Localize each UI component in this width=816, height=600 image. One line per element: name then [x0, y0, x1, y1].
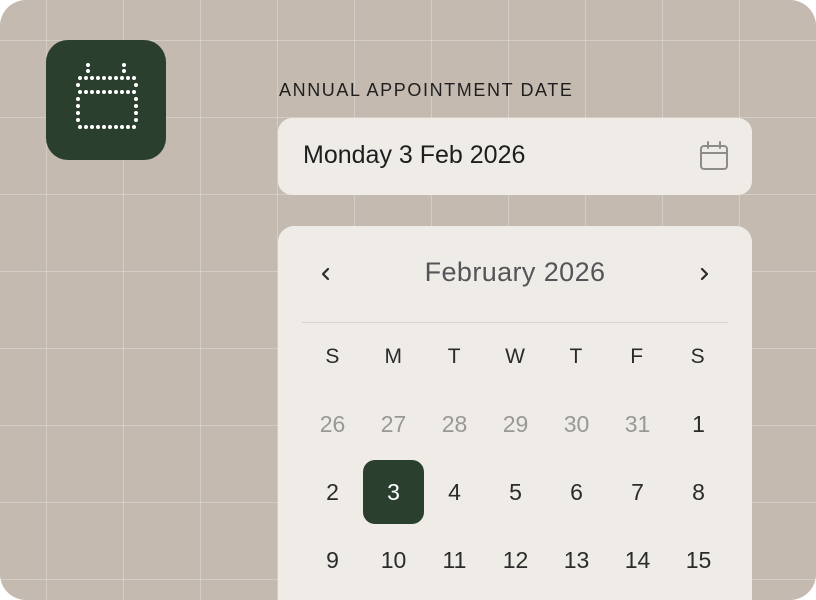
- field-label: Annual appointment date: [279, 80, 574, 100]
- calendar-day[interactable]: 9: [302, 528, 363, 592]
- calendar-day[interactable]: 4: [424, 460, 485, 524]
- date-input[interactable]: Monday 3 Feb 2026: [278, 118, 752, 195]
- weekday-label: W: [505, 345, 525, 368]
- calendar-day[interactable]: 14: [607, 528, 668, 592]
- weekday-label: S: [325, 345, 340, 368]
- calendar-day[interactable]: 11: [424, 528, 485, 592]
- calendar-day-outside-month[interactable]: 29: [485, 392, 546, 456]
- calendar-weeks: 26 27 28 29 30 31 1 2 3 4 5 6 7 8 9 10 11 12 13 14 15: [302, 390, 728, 594]
- calendar-day-outside-month[interactable]: 26: [302, 392, 363, 456]
- month-title: February 2026: [424, 257, 606, 287]
- calendar-day-outside-month[interactable]: 31: [607, 392, 668, 456]
- calendar-day[interactable]: 1: [668, 392, 729, 456]
- next-month-button[interactable]: [686, 256, 722, 292]
- date-picker-popover: February 2026 S M T W T F S 26 27 28 29 30 31…: [278, 226, 752, 600]
- calendar-day[interactable]: 8: [668, 460, 729, 524]
- calendar-week-row: 26 27 28 29 30 31 1: [302, 390, 728, 458]
- calendar-day[interactable]: 5: [485, 460, 546, 524]
- weekday-label: F: [630, 345, 644, 368]
- calendar-week-row: 9 10 11 12 13 14 15: [302, 526, 728, 594]
- weekday-label: S: [690, 345, 705, 368]
- calendar-icon[interactable]: [698, 140, 730, 172]
- calendar-day[interactable]: 10: [363, 528, 424, 592]
- calendar-day[interactable]: 7: [607, 460, 668, 524]
- calendar-day[interactable]: 15: [668, 528, 729, 592]
- calendar-day[interactable]: 13: [546, 528, 607, 592]
- weekday-label: M: [384, 345, 403, 368]
- calendar-grid: S M T W T F S 26 27 28 29 30 31 1 2 3 4 5 6 7 8 9 10 11 1…: [302, 322, 728, 594]
- calendar-day-outside-month[interactable]: 30: [546, 392, 607, 456]
- calendar-week-row: 2345678: [302, 458, 728, 526]
- weekday-header: S M T W T F S: [302, 322, 728, 390]
- calendar-day[interactable]: 6: [546, 460, 607, 524]
- calendar-day[interactable]: 12: [485, 528, 546, 592]
- calendar-day-outside-month[interactable]: 28: [424, 392, 485, 456]
- date-input-value: Monday 3 Feb 2026: [303, 141, 526, 169]
- calendar-day-selected[interactable]: 3: [363, 460, 424, 524]
- weekday-label: T: [569, 345, 583, 368]
- app-icon: [46, 40, 166, 160]
- weekday-label: T: [447, 345, 461, 368]
- canvas: Annual appointment date Monday 3 Feb 202…: [0, 0, 816, 600]
- calendar-day[interactable]: 2: [302, 460, 363, 524]
- calendar-day-outside-month[interactable]: 27: [363, 392, 424, 456]
- calendar-icon: [76, 63, 138, 129]
- chevron-right-icon: [700, 267, 709, 281]
